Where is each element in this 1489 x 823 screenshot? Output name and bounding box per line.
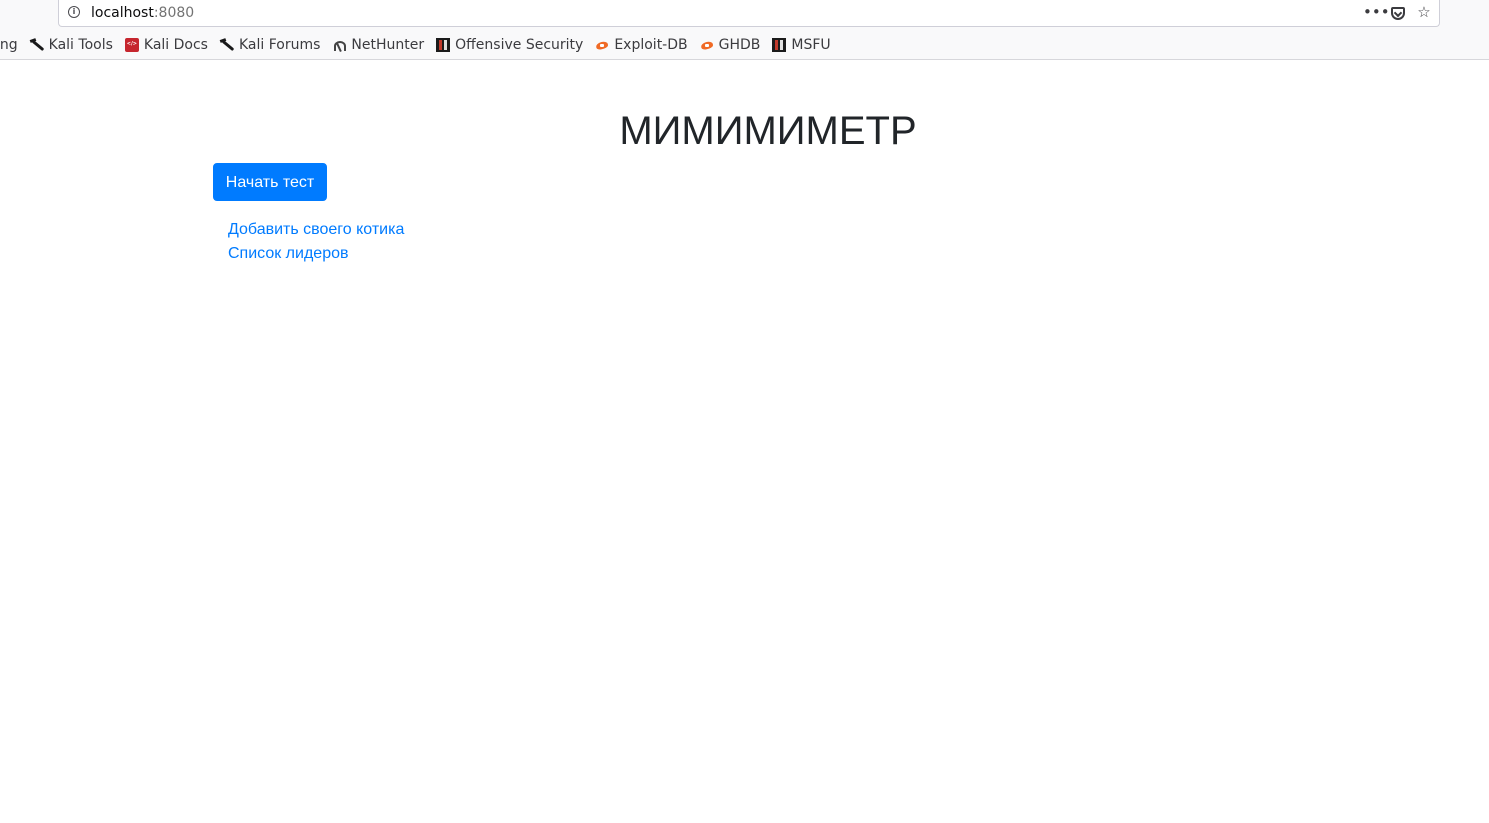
exploit-db-icon bbox=[700, 38, 714, 52]
bookmark-kali-forums[interactable]: Kali Forums bbox=[220, 35, 320, 55]
bookmark-label: MSFU bbox=[791, 37, 831, 53]
bookmark-ghdb[interactable]: GHDB bbox=[700, 35, 761, 55]
offsec-icon bbox=[772, 38, 787, 52]
url-actions: ••• ☆ bbox=[1363, 3, 1433, 21]
bookmark-label: Kali Tools bbox=[48, 37, 113, 53]
offsec-icon bbox=[436, 38, 451, 52]
bookmark-offensive-security[interactable]: Offensive Security bbox=[436, 35, 583, 55]
kali-docs-icon bbox=[124, 38, 139, 52]
bookmark-partial[interactable]: ing bbox=[0, 35, 18, 55]
url-port: :8080 bbox=[153, 5, 195, 21]
bookmark-star-icon[interactable]: ☆ bbox=[1415, 3, 1433, 21]
bookmark-label: Kali Forums bbox=[238, 37, 321, 53]
bookmark-label: ing bbox=[0, 37, 18, 53]
leaderboard-link[interactable]: Список лидеров bbox=[228, 242, 404, 266]
bookmark-label: Exploit-DB bbox=[614, 37, 688, 53]
add-cat-link[interactable]: Добавить своего котика bbox=[228, 218, 404, 242]
exploit-db-icon bbox=[595, 38, 609, 52]
bookmark-nethunter[interactable]: NetHunter bbox=[332, 35, 424, 55]
kali-dragon-icon bbox=[30, 38, 44, 52]
page-title: МИМИМИМЕТР bbox=[619, 109, 917, 153]
nethunter-icon bbox=[332, 38, 347, 52]
bookmark-kali-tools[interactable]: Kali Tools bbox=[30, 35, 113, 55]
bookmark-exploit-db[interactable]: Exploit-DB bbox=[595, 35, 688, 55]
url-host: localhost bbox=[91, 5, 154, 21]
pocket-icon[interactable] bbox=[1391, 6, 1405, 20]
nav-links: Добавить своего котика Список лидеров bbox=[228, 218, 404, 266]
page-actions-menu-icon[interactable]: ••• bbox=[1363, 3, 1390, 21]
url-text[interactable]: localhost:8080 bbox=[91, 4, 194, 22]
site-info-icon[interactable]: i bbox=[68, 6, 80, 18]
browser-chrome: i localhost:8080 ••• ☆ ing Kali Tools Ka… bbox=[0, 0, 1489, 60]
bookmark-label: Offensive Security bbox=[455, 37, 584, 53]
address-bar[interactable]: i localhost:8080 ••• ☆ bbox=[58, 0, 1440, 27]
bookmark-msfu[interactable]: MSFU bbox=[772, 35, 831, 55]
bookmark-label: Kali Docs bbox=[143, 37, 208, 53]
bookmarks-toolbar: ing Kali Tools Kali Docs Kali Forums Net… bbox=[0, 34, 1489, 56]
kali-dragon-icon bbox=[220, 38, 234, 52]
bookmark-kali-docs[interactable]: Kali Docs bbox=[124, 35, 208, 55]
start-test-button[interactable]: Начать тест bbox=[213, 163, 327, 201]
bookmark-label: NetHunter bbox=[351, 37, 425, 53]
bookmark-label: GHDB bbox=[718, 37, 761, 53]
